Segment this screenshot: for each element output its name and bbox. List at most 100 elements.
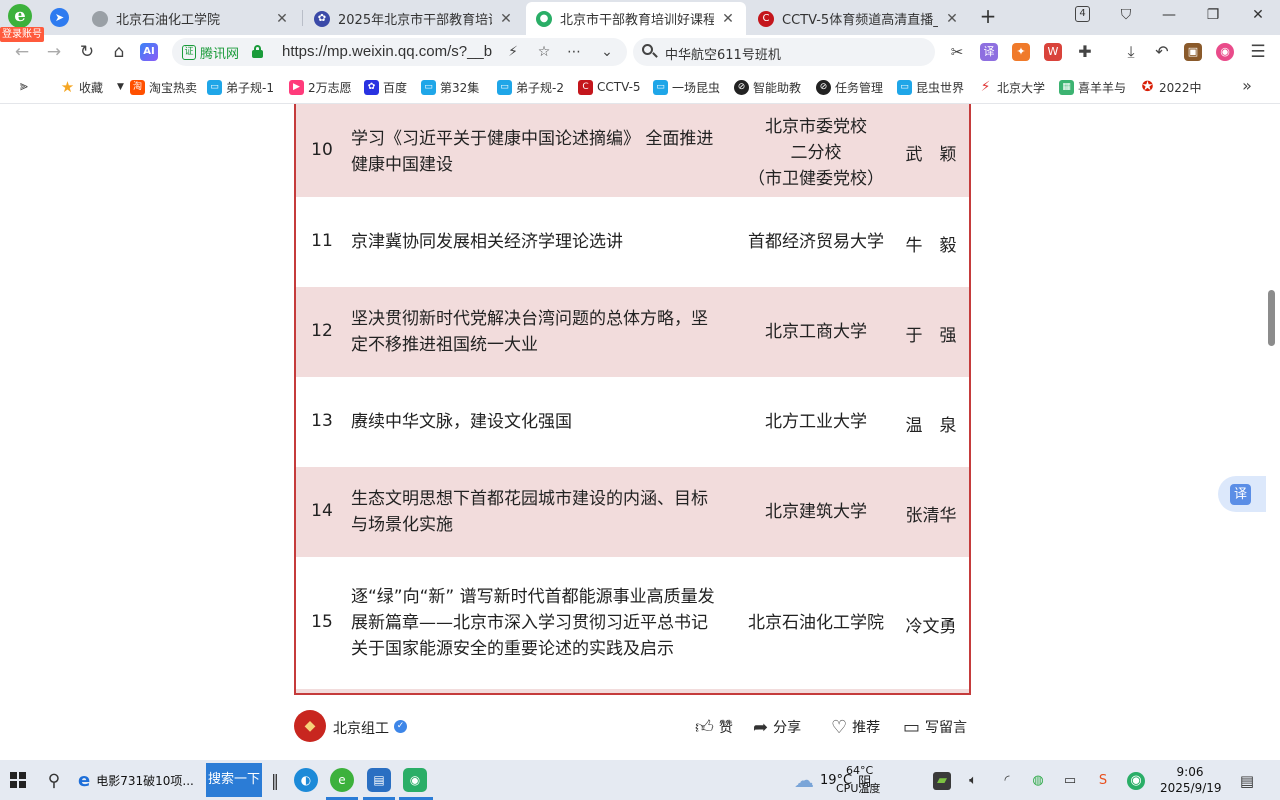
login-badge[interactable]: 登录账号	[0, 27, 44, 42]
chevron-down-icon[interactable]: ⌄	[597, 42, 617, 62]
minimize-icon[interactable]: —	[1157, 3, 1181, 27]
bookmark-label: 2022中	[1159, 80, 1202, 95]
bookmark-item[interactable]: ✿ 百度	[364, 78, 407, 96]
system-clock[interactable]: 9:06 2025/9/19	[1160, 764, 1222, 796]
bookmark-item[interactable]: ▦ 喜羊羊与	[1059, 78, 1126, 96]
bookmark-item[interactable]: 淘淘宝热卖	[130, 78, 197, 96]
browser-e-icon[interactable]: e	[330, 768, 354, 792]
window-app-icon[interactable]: ▤	[367, 768, 391, 792]
tab-4[interactable]: C CCTV-5体育频道高清直播_CC ✕	[748, 2, 970, 35]
restore-icon[interactable]: ❐	[1201, 3, 1225, 27]
star-icon[interactable]: ☆	[534, 42, 554, 62]
translate-float-button[interactable]: 译	[1218, 476, 1266, 512]
battery-icon[interactable]: ▭	[1061, 772, 1079, 790]
lock-icon[interactable]	[252, 45, 263, 58]
bookmark-item[interactable]: ▭ 第32集	[421, 78, 479, 96]
bookmark-item[interactable]: ⚡ 北京大学	[978, 78, 1045, 96]
bookmark-item[interactable]: ▭ 弟子规-2	[497, 78, 564, 96]
window-close-icon[interactable]: ✕	[1246, 3, 1270, 27]
sidebar-toggle-icon[interactable]: ⫸	[12, 74, 36, 98]
cctv-icon: C	[578, 79, 593, 95]
briefcase-icon[interactable]: ▣	[1184, 43, 1202, 61]
caret-down-icon[interactable]: ▼	[117, 82, 124, 92]
scissors-icon[interactable]: ✂	[945, 40, 969, 64]
sogou-icon[interactable]: S	[1094, 772, 1112, 790]
translate-ext-icon[interactable]: 译	[980, 43, 998, 61]
row-person: 于 强	[905, 326, 957, 346]
security-icon[interactable]: ◍	[1029, 772, 1047, 790]
new-tab-button[interactable]: +	[977, 5, 999, 27]
scrollbar-thumb[interactable]	[1268, 290, 1275, 346]
tab-2[interactable]: ✿ 2025年北京市干部教育培训好 ✕	[304, 2, 524, 35]
comment-button[interactable]: ▭ 写留言	[903, 716, 967, 738]
more-icon[interactable]: ⋯	[564, 42, 584, 62]
share-button[interactable]: ➦ 分享	[753, 716, 801, 738]
bookmark-label: 百度	[383, 80, 408, 95]
menu-icon[interactable]: ☰	[1246, 40, 1270, 64]
tab-count-icon[interactable]: 4	[1075, 6, 1090, 22]
home-icon[interactable]: ⌂	[107, 40, 131, 64]
windows-start-icon[interactable]	[10, 772, 26, 788]
cert-badge[interactable]: 证 腾讯网	[182, 43, 239, 62]
table-row: 13 赓续中华文脉，建设文化强国 北方工业大学 温 泉	[296, 377, 969, 467]
search-icon[interactable]: ⚲	[45, 772, 63, 790]
bookmark-item[interactable]: ▶ 2万志愿	[289, 78, 352, 96]
bookmark-favorites[interactable]: ★ 收藏 ▼	[60, 78, 124, 96]
bookmark-label: 北京大学	[997, 80, 1046, 95]
telegram-icon[interactable]: ➤	[50, 8, 69, 27]
game-ext-icon[interactable]: ✦	[1012, 43, 1030, 61]
bookmark-item[interactable]: ⊘ 任务管理	[816, 78, 883, 96]
wifi-icon[interactable]: ◜	[998, 772, 1016, 790]
lightning-icon[interactable]: ⚡	[503, 42, 523, 62]
bookmark-item[interactable]: ▭ 弟子规-1	[207, 78, 274, 96]
undo-icon[interactable]: ↶	[1150, 40, 1174, 64]
search-now-button[interactable]: 搜索一下	[206, 763, 262, 797]
ai-icon[interactable]: AI	[140, 43, 158, 61]
tab-1[interactable]: 北京石油化工学院 ✕	[82, 2, 300, 35]
row-unit: 北京市委党校 二分校 （市卫健委党校）	[748, 117, 884, 189]
more-bookmarks-icon[interactable]: »	[1235, 74, 1259, 98]
bookmark-item[interactable]: ✪ 2022中	[1140, 78, 1202, 96]
comment-label: 写留言	[925, 720, 968, 736]
cpu-temp: 64°C	[846, 764, 874, 777]
nvidia-icon[interactable]: ▰	[933, 772, 951, 790]
table-row-next	[296, 689, 969, 693]
reload-icon[interactable]: ↻	[75, 40, 99, 64]
puzzle-icon[interactable]: ✚	[1073, 40, 1097, 64]
back-icon[interactable]: ←	[10, 40, 34, 64]
shirt-skin-icon[interactable]: ⛉	[1114, 3, 1138, 27]
search-input[interactable]: 中华航空611号班机	[665, 44, 781, 63]
notification-icon[interactable]: ▤	[1238, 772, 1256, 790]
search-icon	[641, 43, 658, 59]
bookmark-item[interactable]: ⊘ 智能助教	[734, 78, 801, 96]
bookmarks-bar: ⫸ ★ 收藏 ▼ 淘淘宝热卖 ▭ 弟子规-1 ▶ 2万志愿 ✿ 百度 ▭ 第32集 ▭ 弟…	[0, 69, 1280, 104]
account-name[interactable]: 北京组工	[333, 718, 389, 738]
url-input[interactable]: https://mp.weixin.qq.com/s?__b	[282, 43, 492, 60]
bookmark-item[interactable]: C CCTV-5	[578, 78, 641, 96]
close-icon[interactable]: ✕	[274, 11, 290, 27]
address-bar[interactable]: 证 腾讯网 https://mp.weixin.qq.com/s?__b ⚡ ☆…	[172, 38, 627, 66]
office-ext-icon[interactable]: W	[1044, 43, 1062, 61]
close-icon[interactable]: ✕	[720, 11, 736, 27]
volume-icon[interactable]: 🔈︎	[964, 772, 982, 790]
taskbar-running-app[interactable]: e 电影731破10项...	[78, 760, 194, 800]
forward-icon[interactable]: →	[42, 40, 66, 64]
pku-icon: ⚡	[980, 78, 991, 95]
bookmark-item[interactable]: ▭ 昆虫世界	[897, 78, 964, 96]
tab-3-active[interactable]: ● 北京市干部教育培训好课程推 ✕	[526, 2, 746, 35]
profile-ext-icon[interactable]: ◉	[1216, 43, 1234, 61]
wechat-tray-icon[interactable]: ◉	[1127, 772, 1145, 790]
edge-icon[interactable]: ◐	[294, 768, 318, 792]
bookmark-item[interactable]: ▭ 一场昆虫	[653, 78, 720, 96]
cert-label: 腾讯网	[200, 47, 240, 62]
like-button[interactable]: 👍︎ 赞	[695, 716, 733, 738]
row-unit: 北京工商大学	[765, 322, 867, 342]
account-avatar[interactable]: ◆	[294, 710, 326, 742]
row-number: 14	[311, 501, 333, 521]
recommend-button[interactable]: ♡ 推荐	[831, 716, 880, 738]
close-icon[interactable]: ✕	[498, 11, 514, 27]
close-icon[interactable]: ✕	[944, 11, 960, 27]
search-box[interactable]: 中华航空611号班机	[633, 38, 935, 66]
download-icon[interactable]: ⤓	[1119, 40, 1143, 64]
wechat-icon[interactable]: ◉	[403, 768, 427, 792]
